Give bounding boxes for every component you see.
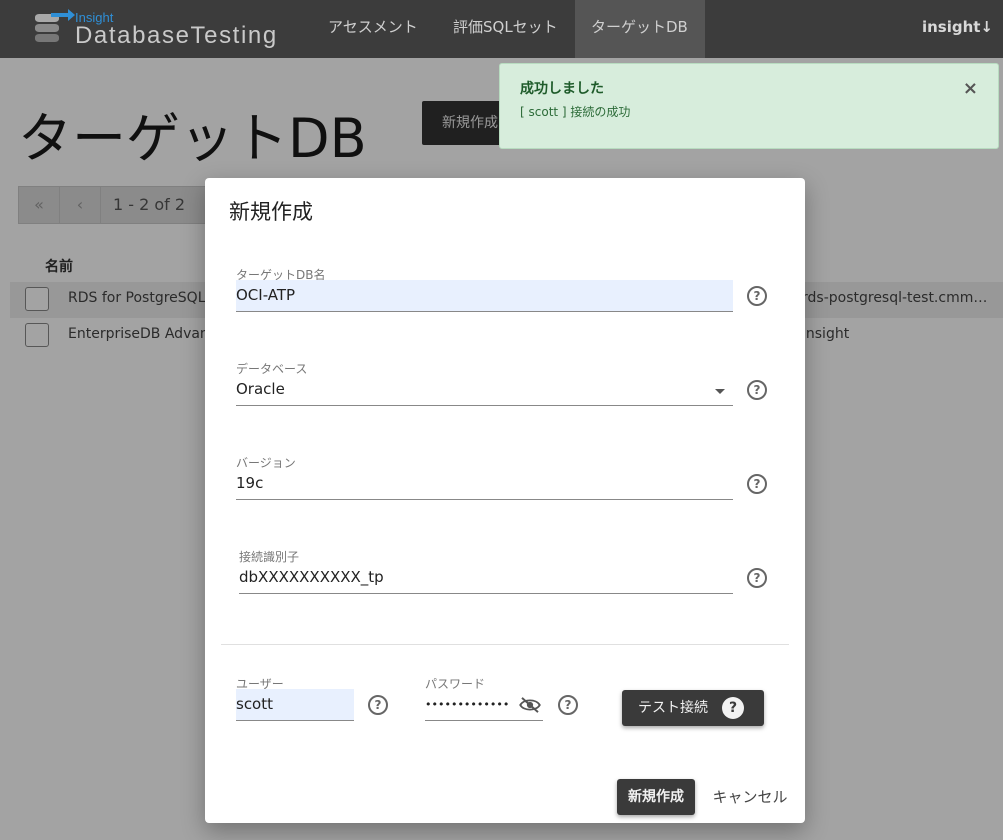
nav-target-db[interactable]: ターゲットDB	[575, 0, 705, 58]
help-icon[interactable]: ?	[747, 286, 767, 306]
eye-off-icon[interactable]	[519, 697, 541, 713]
version-input[interactable]: 19c	[236, 468, 733, 500]
field-value: •••••••••••••	[425, 698, 510, 711]
user-menu[interactable]: insight↓	[922, 0, 993, 58]
field-value: OCI-ATP	[236, 286, 296, 304]
create-target-db-dialog: 新規作成 ターゲットDB名 OCI-ATP ? データベース Oracle ? …	[205, 178, 805, 823]
help-icon[interactable]: ?	[368, 695, 388, 715]
toast-close-icon[interactable]: ×	[963, 78, 978, 99]
nav-sql-set[interactable]: 評価SQLセット	[437, 0, 574, 58]
dialog-title: 新規作成	[229, 200, 313, 224]
logo-text: DatabaseTesting	[75, 22, 278, 49]
target-db-name-field: ターゲットDB名 OCI-ATP	[236, 266, 733, 314]
user-field: ユーザー scott	[236, 675, 354, 723]
help-icon: ?	[722, 697, 744, 719]
cancel-button[interactable]: キャンセル	[705, 779, 795, 815]
top-navbar: Insight DatabaseTesting アセスメント 評価SQLセット …	[0, 0, 1003, 58]
section-divider	[221, 644, 789, 645]
toast-title: 成功しました	[520, 81, 604, 97]
create-button[interactable]: 新規作成	[617, 779, 695, 815]
connect-identifier-input[interactable]: dbXXXXXXXXXX_tp	[239, 562, 733, 594]
help-icon[interactable]: ?	[558, 695, 578, 715]
version-field: バージョン 19c	[236, 454, 733, 502]
password-input[interactable]: •••••••••••••	[425, 689, 543, 721]
field-value: 19c	[236, 474, 264, 492]
target-db-name-input[interactable]: OCI-ATP	[236, 280, 733, 312]
user-input[interactable]: scott	[236, 689, 354, 721]
field-value: Oracle	[236, 380, 285, 398]
help-icon[interactable]: ?	[747, 380, 767, 400]
chevron-down-icon	[715, 389, 725, 394]
connect-identifier-field: 接続識別子 dbXXXXXXXXXX_tp	[239, 548, 733, 596]
database-logo-icon	[33, 9, 75, 44]
success-toast: 成功しました [ scott ] 接続の成功 ×	[499, 63, 999, 149]
password-field: パスワード •••••••••••••	[425, 675, 543, 723]
app-logo[interactable]: Insight DatabaseTesting	[33, 8, 313, 52]
button-label: テスト接続	[638, 700, 708, 716]
toast-message: [ scott ] 接続の成功	[520, 105, 631, 119]
database-select[interactable]: Oracle	[236, 374, 733, 406]
nav-assessment[interactable]: アセスメント	[312, 0, 434, 58]
field-value: scott	[236, 695, 274, 713]
field-value: dbXXXXXXXXXX_tp	[239, 568, 384, 586]
database-field: データベース Oracle	[236, 360, 733, 408]
help-icon[interactable]: ?	[747, 568, 767, 588]
help-icon[interactable]: ?	[747, 474, 767, 494]
test-connection-button[interactable]: テスト接続 ?	[622, 690, 764, 726]
